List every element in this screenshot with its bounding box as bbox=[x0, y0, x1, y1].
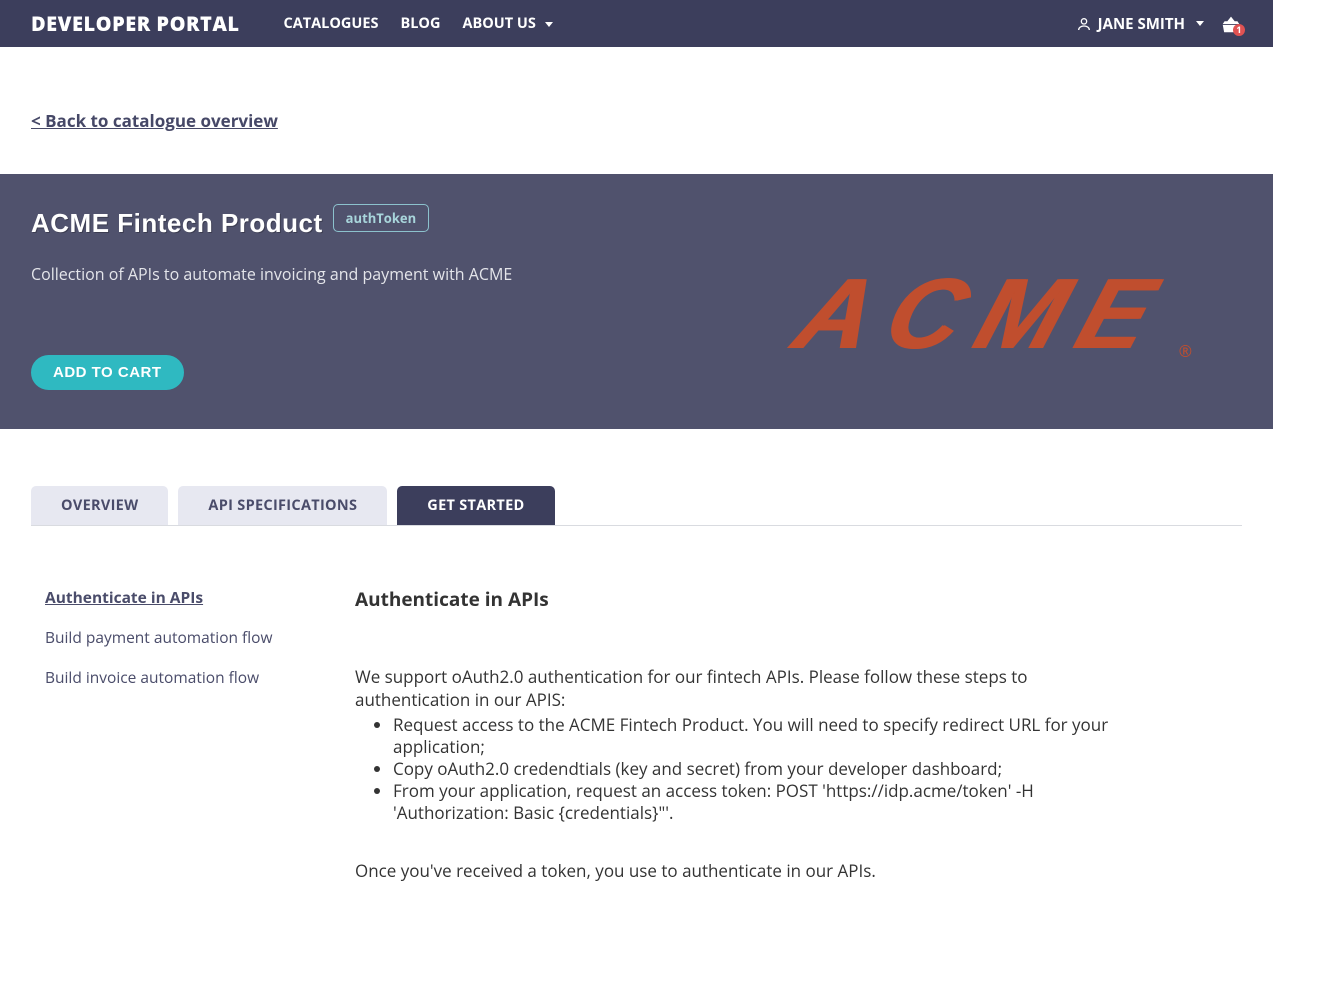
article-intro: We support oAuth2.0 authentication for o… bbox=[355, 666, 1135, 712]
article-heading: Authenticate in APIs bbox=[355, 586, 1135, 612]
article-body: Authenticate in APIs We support oAuth2.0… bbox=[355, 586, 1135, 885]
step-item: Request access to the ACME Fintech Produ… bbox=[393, 714, 1135, 758]
auth-badge: authToken bbox=[333, 204, 429, 232]
user-name: JANE SMITH bbox=[1098, 14, 1185, 34]
acme-logo-text: ACME bbox=[785, 264, 1184, 364]
tabs: OVERVIEW API SPECIFICATIONS GET STARTED bbox=[31, 486, 1242, 526]
step-item: From your application, request an access… bbox=[393, 780, 1135, 824]
product-title: ACME Fintech Product bbox=[31, 208, 323, 239]
top-nav: DEVELOPER PORTAL CATALOGUES BLOG ABOUT U… bbox=[0, 0, 1273, 47]
acme-logo: ACME ® bbox=[802, 264, 1168, 364]
toc-payment-flow[interactable]: Build payment automation flow bbox=[45, 626, 295, 648]
brand-title[interactable]: DEVELOPER PORTAL bbox=[31, 10, 240, 37]
article-outro: Once you've received a token, you use to… bbox=[355, 860, 1135, 883]
nav-blog[interactable]: BLOG bbox=[400, 14, 440, 33]
chevron-down-icon bbox=[1196, 21, 1204, 26]
tab-overview[interactable]: OVERVIEW bbox=[31, 486, 168, 525]
nav-links: CATALOGUES BLOG ABOUT US bbox=[284, 14, 553, 33]
back-link[interactable]: < Back to catalogue overview bbox=[31, 109, 1273, 132]
toc-invoice-flow[interactable]: Build invoice automation flow bbox=[45, 666, 295, 688]
tab-get-started[interactable]: GET STARTED bbox=[397, 486, 554, 525]
cart-badge: 1 bbox=[1233, 24, 1245, 36]
registered-icon: ® bbox=[1179, 340, 1192, 362]
nav-catalogues[interactable]: CATALOGUES bbox=[284, 14, 379, 33]
user-icon bbox=[1076, 16, 1092, 32]
add-to-cart-button[interactable]: ADD TO CART bbox=[31, 355, 184, 390]
cart-button[interactable]: 1 bbox=[1220, 13, 1242, 35]
toc-authenticate[interactable]: Authenticate in APIs bbox=[45, 586, 295, 608]
nav-about-label: ABOUT US bbox=[462, 14, 535, 33]
chevron-down-icon bbox=[545, 22, 553, 27]
page-toc: Authenticate in APIs Build payment autom… bbox=[45, 586, 295, 885]
tab-api-specifications[interactable]: API SPECIFICATIONS bbox=[178, 486, 387, 525]
product-hero: ACME Fintech Product authToken Collectio… bbox=[0, 174, 1273, 429]
nav-about[interactable]: ABOUT US bbox=[462, 14, 552, 33]
step-item: Copy oAuth2.0 credendtials (key and secr… bbox=[393, 758, 1135, 780]
user-menu[interactable]: JANE SMITH bbox=[1076, 14, 1204, 34]
steps-list: Request access to the ACME Fintech Produ… bbox=[355, 714, 1135, 824]
